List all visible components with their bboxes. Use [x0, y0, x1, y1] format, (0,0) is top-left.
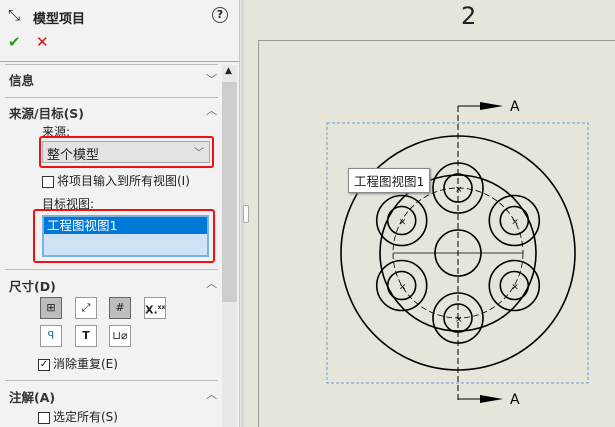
section-label-top: A	[510, 99, 520, 115]
section-label-bottom: A	[510, 392, 520, 408]
section-arrow-bottom	[458, 395, 503, 403]
hole-center-mark: ×	[511, 283, 519, 293]
hole-center-mark: ×	[399, 218, 407, 228]
hole-center-mark: ×	[455, 315, 463, 325]
hole-center-mark: ×	[511, 218, 519, 228]
view-tooltip: 工程图视图1	[348, 168, 431, 193]
drawing-view[interactable]: × × × × × × A A	[0, 0, 615, 427]
hole-center-mark: ×	[399, 283, 407, 293]
section-arrow-top	[458, 102, 503, 110]
hole-center-mark: ×	[455, 185, 463, 195]
